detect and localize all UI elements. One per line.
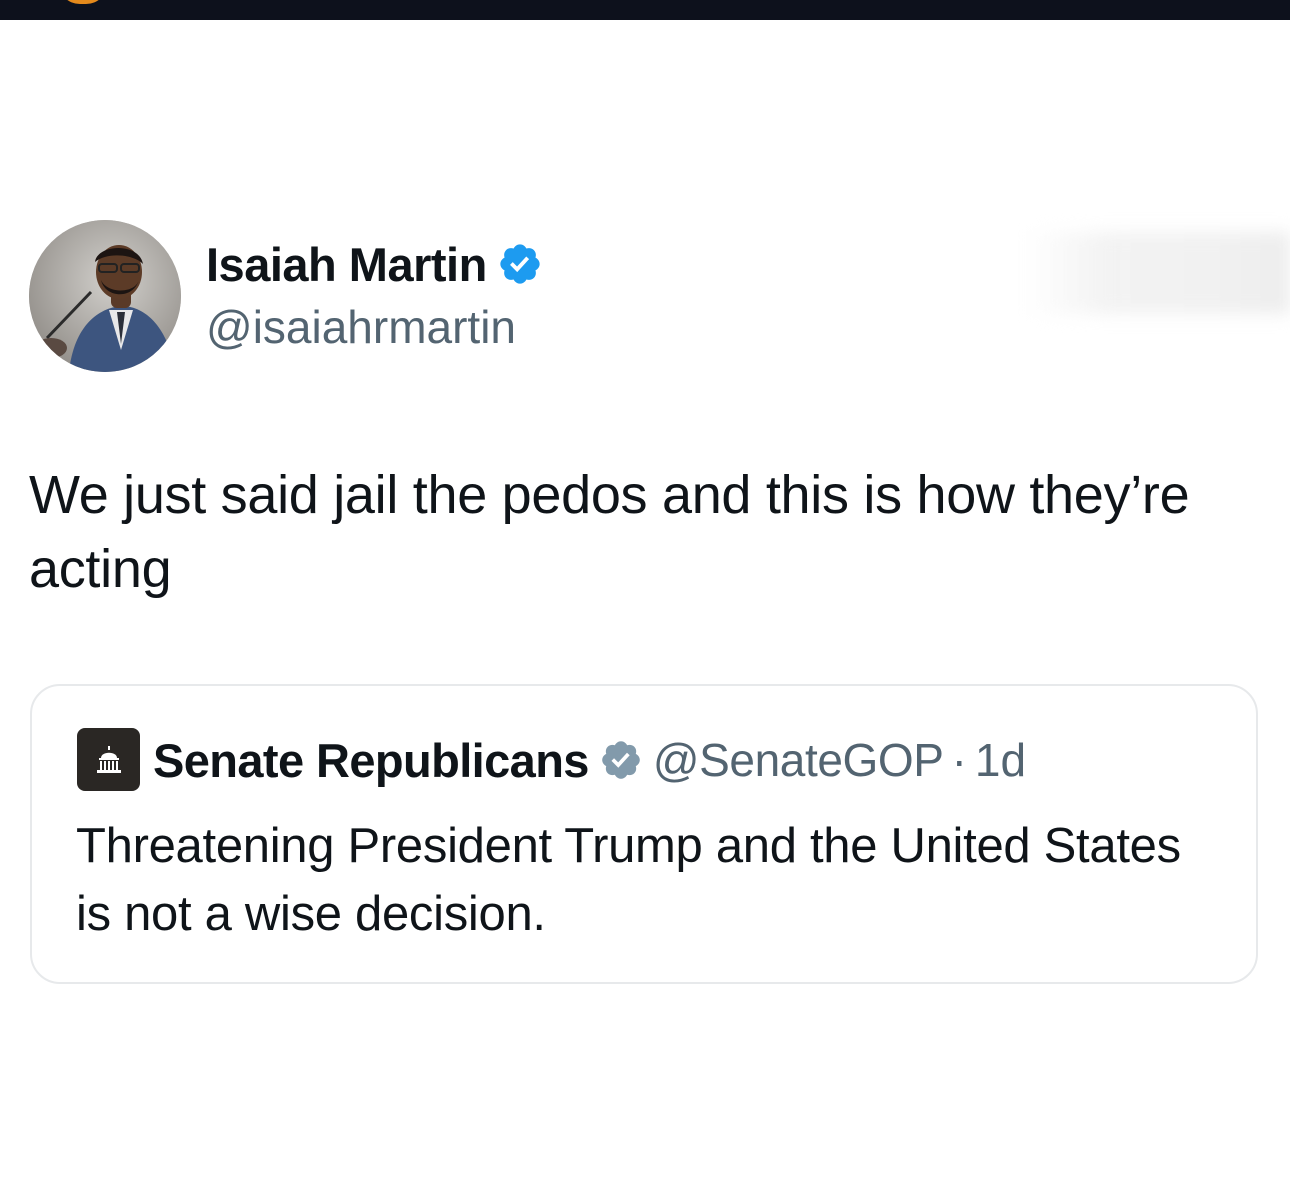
author-name-row: Isaiah Martin	[206, 232, 543, 296]
quoted-author-name[interactable]: Senate Republicans	[153, 733, 589, 788]
quoted-timestamp[interactable]: 1d	[975, 733, 1026, 787]
quoted-tweet-text: Threatening President Trump and the Unit…	[76, 819, 1181, 941]
quoted-avatar[interactable]	[77, 728, 140, 791]
quoted-header: Senate Republicans @SenateGOP · 1d	[153, 728, 1026, 792]
capitol-building-icon	[96, 745, 121, 773]
author-handle[interactable]: @isaiahrmartin	[206, 300, 516, 354]
gray-verified-badge-icon	[599, 738, 643, 782]
verified-badge-icon	[497, 241, 543, 287]
separator-dot: ·	[951, 734, 967, 786]
avatar-photo	[29, 220, 181, 372]
tweet: Isaiah Martin @isaiahrmartin We just sai…	[0, 0, 1290, 1186]
avatar[interactable]	[29, 220, 181, 372]
quoted-tweet-card[interactable]: Senate Republicans @SenateGOP · 1d Threa…	[30, 684, 1258, 984]
author-name[interactable]: Isaiah Martin	[206, 237, 487, 292]
redacted-area	[1025, 232, 1290, 314]
tweet-text: We just said jail the pedos and this is …	[29, 465, 1190, 599]
quoted-author-handle[interactable]: @SenateGOP	[653, 733, 944, 787]
